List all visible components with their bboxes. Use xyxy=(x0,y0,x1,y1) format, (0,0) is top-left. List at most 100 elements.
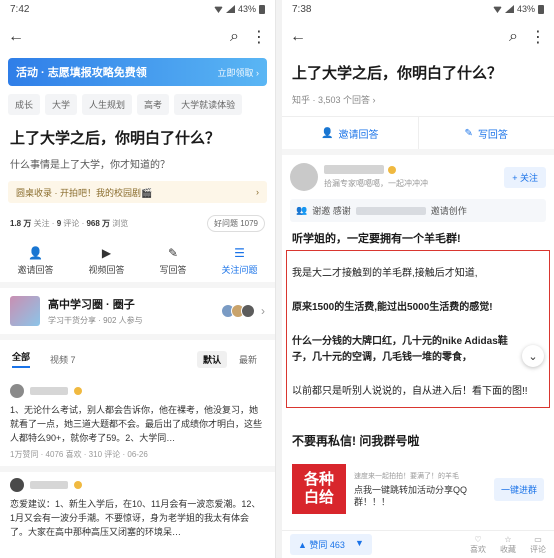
view-label: 浏览 xyxy=(112,219,129,228)
follow-author-button[interactable]: + 关注 xyxy=(504,166,546,188)
vote-buttons: ▲ 赞同 463 ▼ xyxy=(290,534,372,555)
answer-meta: 1万赞同 · 4076 喜欢 · 310 评论 · 06-26 xyxy=(10,450,148,459)
sort-latest[interactable]: 最新 xyxy=(233,351,263,368)
good-question-button[interactable]: 好问题 1079 xyxy=(206,215,265,232)
status-time: 7:38 xyxy=(292,3,312,15)
invite-line: 👥 谢邀 感谢 邀请创作 xyxy=(290,199,546,222)
status-time: 7:42 xyxy=(10,3,30,15)
answer-author xyxy=(10,384,265,398)
promo-description: 点我一键跳转加活动分享QQ群！！！ xyxy=(354,484,468,507)
battery-icon xyxy=(538,4,544,14)
video-icon: ▶ xyxy=(101,246,112,260)
question-buttons: 👤 邀请回答 ✎ 写回答 xyxy=(282,116,554,155)
roundtable-label: 圆桌收录 · 开拍吧！我的校园剧🎬 xyxy=(16,187,153,198)
join-group-button[interactable]: 一键进群 xyxy=(493,477,544,501)
status-bar: 7:38 43% xyxy=(282,0,554,18)
question-title[interactable]: 上了大学之后，你明白了什么？ xyxy=(282,56,554,83)
badge-icon xyxy=(388,165,396,174)
pencil-icon: ✎ xyxy=(167,246,179,260)
badge-icon xyxy=(74,481,82,489)
author-name-blurred xyxy=(324,165,384,174)
tab-all[interactable]: 全部 xyxy=(12,350,31,368)
topic-tag[interactable]: 人生规划 xyxy=(82,94,133,115)
status-bar: 7:42 43% xyxy=(0,0,275,18)
answer-item[interactable]: 恋爱建议：1、新生入学后，在10、11月会有一波恋爱潮。12、1月又会有一波分手… xyxy=(0,472,275,545)
question-actions: 👤 邀请回答 ▶ 视频回答 ✎ 写回答 ☰ 关注问题 xyxy=(0,232,275,288)
invite-answer-button[interactable]: 👤 邀请回答 xyxy=(17,246,53,276)
answer-author: 拾漏专家噶噶噶，一起冲冲冲 + 关注 xyxy=(282,155,554,191)
topic-tag[interactable]: 成长 xyxy=(8,94,41,115)
comment-count: 9 xyxy=(56,219,62,228)
upvote-button[interactable]: ▲ 赞同 463 xyxy=(298,538,345,551)
view-count: 968 万 xyxy=(86,219,111,228)
invite-icon: 👥 xyxy=(296,205,308,215)
back-arrow-icon[interactable]: ← xyxy=(8,28,24,46)
downvote-button[interactable]: ▼ xyxy=(355,538,364,551)
chevron-right-icon: › xyxy=(261,304,265,318)
badge-icon xyxy=(74,387,82,395)
circle-card[interactable]: 高中学习圈 · 圈子 学习干货分享 · 902 人参与 › xyxy=(0,288,275,340)
answer-author xyxy=(10,478,265,492)
wifi-icon xyxy=(492,6,502,13)
answer-count[interactable]: 知乎 · 3,503 个回答 › xyxy=(282,83,554,106)
right-screenshot: 7:38 43% ← ⌕ ⋮ 上了大学之后，你明白了什么？ 知乎 · 3,503… xyxy=(282,0,554,558)
write-answer-button[interactable]: ✎ 写回答 xyxy=(417,117,554,149)
follow-label: 关注 xyxy=(33,219,50,228)
roundtable-banner[interactable]: 圆桌收录 · 开拍吧！我的校园剧🎬 › xyxy=(8,181,267,203)
top-bar: ← ⌕ ⋮ xyxy=(0,18,275,56)
signal-icon xyxy=(225,5,235,13)
star-icon: ☆ xyxy=(504,534,512,544)
answer-paragraph: 原来1500的生活费,能过出5000生活费的感觉! xyxy=(292,302,493,313)
search-icon[interactable]: ⌕ xyxy=(230,28,239,46)
avatar xyxy=(10,478,24,492)
more-menu-icon[interactable]: ⋮ xyxy=(530,27,546,47)
pencil-icon: ✎ xyxy=(464,127,473,139)
chevron-down-icon[interactable]: ⌄ xyxy=(522,345,544,367)
answer-paragraph: 以前都只是听别人说说的，自从进入后！看下面的图!! xyxy=(292,386,528,397)
invite-icon: 👤 xyxy=(28,246,43,260)
member-avatars xyxy=(221,304,255,318)
group-title: 不要再私信! 问我群号啦 xyxy=(292,434,420,448)
banner-label: 活动 · 志愿填报攻略免费领 xyxy=(16,67,147,79)
avatar[interactable] xyxy=(290,163,318,191)
answer-paragraph: 我是大二才接触到的羊毛群,接触后才知道, xyxy=(292,268,478,279)
battery-percent: 43% xyxy=(516,4,535,14)
topic-tag[interactable]: 大学 xyxy=(45,94,78,115)
promo-image: 各种 白给 xyxy=(292,464,346,514)
circle-subtitle: 学习干货分享 · 902 人参与 xyxy=(48,316,143,325)
author-name-blurred xyxy=(30,481,68,489)
activity-banner[interactable]: 活动 · 志愿填报攻略免费领 立即领取 › xyxy=(8,58,267,86)
comment-icon: ▭ xyxy=(534,534,542,544)
invite-icon: 👤 xyxy=(321,127,334,139)
promo-tag: 速度来一起拍拍！要满了！的羊毛 xyxy=(354,472,459,480)
follow-question-button[interactable]: ☰ 关注问题 xyxy=(221,246,257,276)
comment-button[interactable]: ▭ 评论 xyxy=(530,535,546,555)
favorite-button[interactable]: ☆ 收藏 xyxy=(500,535,516,555)
write-answer-button[interactable]: ✎ 写回答 xyxy=(159,246,186,276)
topic-tag[interactable]: 高考 xyxy=(137,94,170,115)
answer-item[interactable]: 1、无论什么考试，别人都会告诉你，他在裸考，他没复习，她就看了一点，她三道大题都… xyxy=(0,378,275,472)
like-button[interactable]: ♡ 喜欢 xyxy=(470,535,486,555)
avatar xyxy=(10,384,24,398)
topic-tag[interactable]: 大学就读体验 xyxy=(174,94,243,115)
answer-paragraph: 什么一分钱的大牌口红，几十元的nike Adidas鞋子，几十元的空调，几毛钱一… xyxy=(292,336,508,363)
question-stats: 1.8 万 关注 · 9 评论 · 968 万 浏览 好问题 1079 xyxy=(0,203,275,232)
back-arrow-icon[interactable]: ← xyxy=(290,28,306,46)
sort-default[interactable]: 默认 xyxy=(196,350,227,368)
answer-excerpt: 1、无论什么考试，别人都会告诉你，他在裸考，他没复习，她就看了一点，她三道大题都… xyxy=(10,405,263,443)
follow-icon: ☰ xyxy=(234,246,245,260)
video-answer-button[interactable]: ▶ 视频回答 xyxy=(88,246,124,276)
claim-link[interactable]: 立即领取 › xyxy=(218,66,260,79)
invite-answer-button[interactable]: 👤 邀请回答 xyxy=(282,117,418,149)
answer-sort-bar: 全部 视频 7 默认 最新 xyxy=(0,340,275,378)
search-icon[interactable]: ⌕ xyxy=(509,28,518,46)
signal-icon xyxy=(504,5,514,13)
avatar xyxy=(241,304,255,318)
tab-video[interactable]: 视频 7 xyxy=(50,353,76,366)
chevron-right-icon: › xyxy=(256,187,259,197)
answer-excerpt: 恋爱建议：1、新生入学后，在10、11月会有一波恋爱潮。12、1月又会有一波分手… xyxy=(10,499,261,537)
battery-percent: 43% xyxy=(237,4,256,14)
more-menu-icon[interactable]: ⋮ xyxy=(251,27,267,47)
topic-tags: 成长 大学 人生规划 高考 大学就读体验 xyxy=(0,86,275,115)
promo-card[interactable]: 各种 白给 速度来一起拍拍！要满了！的羊毛 点我一键跳转加活动分享QQ群！！！ … xyxy=(292,462,544,516)
